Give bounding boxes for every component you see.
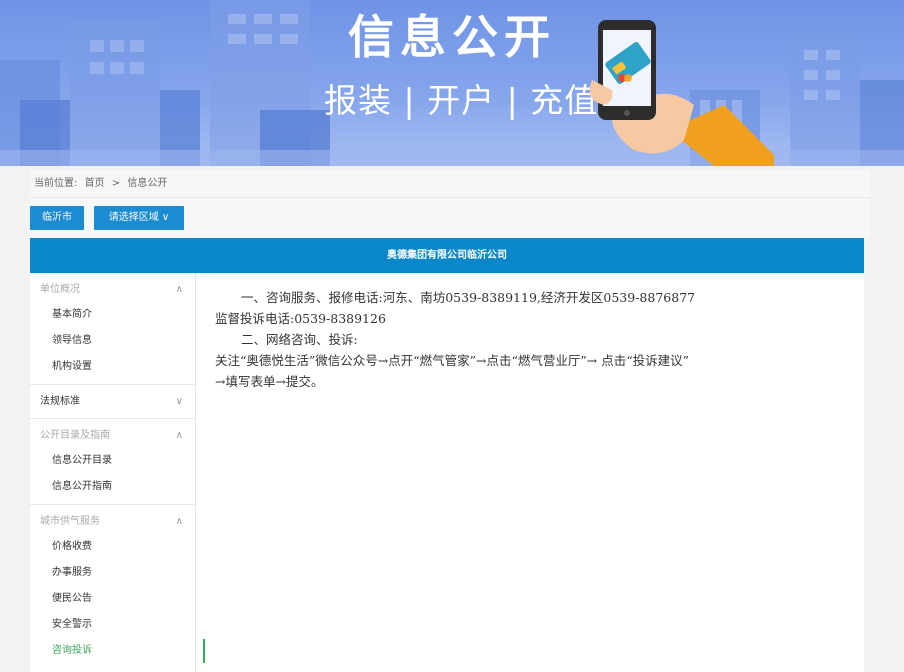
banner: 信息公开 报装 | 开户 | 充值 — [0, 0, 904, 166]
article-line: 一、咨询服务、报修电话:河东、南坊0539-8389119,经济开发区0539-… — [241, 290, 696, 305]
sidebar-section-label: 城市供气服务 — [40, 516, 100, 527]
sidebar-section-overview: 单位概况 ∧ 基本简介 领导信息 机构设置 — [30, 273, 195, 385]
sidebar-item-info-guide[interactable]: 信息公开指南 — [30, 474, 195, 500]
filter-toolbar: 临沂市 请选择区域 ∨ — [30, 198, 870, 238]
sidebar-item-safety[interactable]: 安全警示 — [30, 612, 195, 638]
breadcrumb-home-link[interactable]: 首页 — [85, 178, 105, 189]
sidebar-section-regulations: 法规标准 ∨ — [30, 385, 195, 419]
sidebar-section-label: 公开目录及指南 — [40, 430, 110, 441]
article-body: 一、咨询服务、报修电话:河东、南坊0539-8389119,经济开发区0539-… — [215, 287, 860, 392]
sidebar-item-organization[interactable]: 机构设置 — [30, 354, 195, 380]
breadcrumb-prefix: 当前位置: — [34, 178, 78, 189]
sidebar-section-label: 法规标准 — [40, 396, 80, 407]
sidebar-section-label: 单位概况 — [40, 284, 80, 295]
region-select-button[interactable]: 请选择区域 ∨ — [94, 206, 184, 230]
sidebar: 单位概况 ∧ 基本简介 领导信息 机构设置 法规标准 ∨ 公开目录及指南 ∧ 信… — [30, 273, 205, 672]
banner-title: 信息公开 — [348, 10, 556, 64]
breadcrumb-separator: > — [111, 178, 121, 189]
sidebar-item-leaders[interactable]: 领导信息 — [30, 328, 195, 354]
breadcrumb-current: 信息公开 — [127, 178, 168, 189]
banner-subtitle: 报装 | 开户 | 充值 — [324, 81, 599, 120]
chevron-down-icon: ∨ — [175, 396, 183, 407]
sidebar-section-header[interactable]: 法规标准 ∨ — [30, 385, 195, 418]
sidebar-section-directory: 公开目录及指南 ∧ 信息公开目录 信息公开指南 — [30, 419, 195, 505]
article-line: 二、网络咨询、投诉: — [241, 332, 358, 347]
breadcrumb: 当前位置: 首页 > 信息公开 — [30, 170, 870, 198]
sidebar-item-info-directory[interactable]: 信息公开目录 — [30, 448, 195, 474]
company-title-bar: 奥德集团有限公司临沂公司 — [30, 238, 864, 273]
sidebar-item-basic-intro[interactable]: 基本简介 — [30, 302, 195, 328]
article-line: →填写表单→提交。 — [215, 374, 324, 389]
content-area: 单位概况 ∧ 基本简介 领导信息 机构设置 法规标准 ∨ 公开目录及指南 ∧ 信… — [30, 273, 864, 672]
sidebar-item-notices[interactable]: 便民公告 — [30, 586, 195, 612]
sidebar-item-consult-complaint[interactable]: 咨询投诉 — [30, 638, 205, 664]
phone-hand-icon — [589, 20, 774, 166]
sidebar-item-services[interactable]: 办事服务 — [30, 560, 195, 586]
sidebar-item-pricing[interactable]: 价格收费 — [30, 534, 195, 560]
sidebar-section-gas-service: 城市供气服务 ∧ 价格收费 办事服务 便民公告 安全警示 咨询投诉 — [30, 505, 205, 664]
article-line: 监督投诉电话:0539-8389126 — [215, 311, 386, 326]
city-button[interactable]: 临沂市 — [30, 206, 84, 230]
article-line: 关注“奥德悦生活”微信公众号→点开“燃气管家”→点击“燃气营业厅”→ 点击“投诉… — [215, 353, 690, 368]
